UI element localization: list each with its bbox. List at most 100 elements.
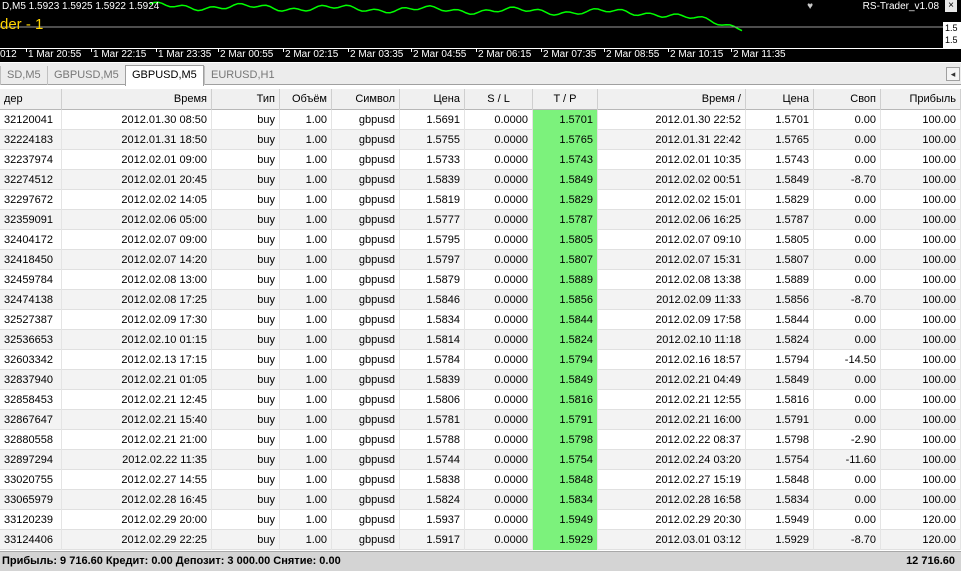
table-row[interactable]: 32527387 2012.02.09 17:30 buy 1.00 gbpusd 1.5…	[0, 310, 961, 330]
total-profit: 12 716.60	[906, 555, 955, 567]
column-header-profit[interactable]: Прибыль	[881, 89, 961, 110]
table-row[interactable]: 32404172 2012.02.07 09:00 buy 1.00 gbpusd 1.5…	[0, 230, 961, 250]
table-row[interactable]: 32224183 2012.01.31 18:50 buy 1.00 gbpusd 1.5…	[0, 130, 961, 150]
cell-profit: 100.00	[881, 270, 961, 290]
close-icon[interactable]: ×	[945, 0, 957, 12]
cell-take-profit: 1.5791	[533, 410, 598, 430]
chart-symbol-header: D,M5 1.5923 1.5925 1.5922 1.5924	[2, 1, 160, 12]
cell-symbol: gbpusd	[332, 530, 400, 550]
column-header-close-time[interactable]: Время /	[598, 89, 746, 110]
column-header-type[interactable]: Тип	[212, 89, 280, 110]
cell-close-price: 1.5849	[746, 370, 814, 390]
heart-icon: ♥	[807, 1, 813, 12]
table-row[interactable]: 33120239 2012.02.29 20:00 buy 1.00 gbpusd 1.5…	[0, 510, 961, 530]
table-row[interactable]: 32297672 2012.02.02 14:05 buy 1.00 gbpusd 1.5…	[0, 190, 961, 210]
tab-gbpusd-m5[interactable]: GBPUSD,M5	[125, 65, 204, 86]
cell-order: 32536653	[0, 330, 62, 350]
cell-close-price: 1.5929	[746, 530, 814, 550]
cell-stop-loss: 0.0000	[465, 210, 533, 230]
cell-take-profit: 1.5844	[533, 310, 598, 330]
cell-profit: 100.00	[881, 350, 961, 370]
cell-stop-loss: 0.0000	[465, 490, 533, 510]
indicator-name: RS-Trader_v1.08	[862, 1, 939, 12]
cell-swap: 0.00	[814, 130, 881, 150]
column-header-open-time[interactable]: Время	[62, 89, 212, 110]
price-chart[interactable]: D,M5 1.5923 1.5925 1.5922 1.5924 der - 1…	[0, 0, 961, 48]
cell-close-time: 2012.02.08 13:38	[598, 270, 746, 290]
column-header-open-price[interactable]: Цена	[400, 89, 465, 110]
cell-take-profit: 1.5929	[533, 530, 598, 550]
account-summary: Прибыль: 9 716.60 Кредит: 0.00 Депозит: …	[2, 555, 341, 567]
time-axis: 012 1 Mar 20:55 1 Mar 22:15 1 Mar 23:35 2 Ma…	[0, 48, 961, 62]
cell-close-price: 1.5834	[746, 490, 814, 510]
cell-volume: 1.00	[280, 190, 332, 210]
cell-open-price: 1.5819	[400, 190, 465, 210]
column-header-take-profit[interactable]: T / P	[533, 89, 598, 110]
column-header-symbol[interactable]: Символ	[332, 89, 400, 110]
table-row[interactable]: 32858453 2012.02.21 12:45 buy 1.00 gbpusd 1.5…	[0, 390, 961, 410]
chart-tabs: ◂ SD,M5 GBPUSD,M5 GBPUSD,M5 EURUSD,H1	[0, 63, 961, 86]
table-row[interactable]: 32603342 2012.02.13 17:15 buy 1.00 gbpusd 1.5…	[0, 350, 961, 370]
price-scale: 1.5 1.5	[943, 22, 961, 48]
cell-stop-loss: 0.0000	[465, 170, 533, 190]
table-row[interactable]: 33065979 2012.02.28 16:45 buy 1.00 gbpusd 1.5…	[0, 490, 961, 510]
column-header-stop-loss[interactable]: S / L	[465, 89, 533, 110]
cell-open-time: 2012.02.29 20:00	[62, 510, 212, 530]
table-row[interactable]: 32536653 2012.02.10 01:15 buy 1.00 gbpusd 1.5…	[0, 330, 961, 350]
cell-stop-loss: 0.0000	[465, 150, 533, 170]
cell-symbol: gbpusd	[332, 110, 400, 130]
table-row[interactable]: 32274512 2012.02.01 20:45 buy 1.00 gbpusd 1.5…	[0, 170, 961, 190]
table-row[interactable]: 33020755 2012.02.27 14:55 buy 1.00 gbpusd 1.5…	[0, 470, 961, 490]
tab-gbpusd-m5[interactable]: GBPUSD,M5	[47, 66, 125, 85]
table-row[interactable]: 33124406 2012.02.29 22:25 buy 1.00 gbpusd 1.5…	[0, 530, 961, 550]
column-header-order[interactable]: дер	[0, 89, 62, 110]
cell-volume: 1.00	[280, 250, 332, 270]
column-header-close-price[interactable]: Цена	[746, 89, 814, 110]
cell-stop-loss: 0.0000	[465, 450, 533, 470]
cell-symbol: gbpusd	[332, 130, 400, 150]
table-row[interactable]: 32474138 2012.02.08 17:25 buy 1.00 gbpusd 1.5…	[0, 290, 961, 310]
tab-eurusd-h1[interactable]: EURUSD,H1	[204, 66, 286, 85]
cell-symbol: gbpusd	[332, 470, 400, 490]
cell-stop-loss: 0.0000	[465, 230, 533, 250]
cell-open-price: 1.5797	[400, 250, 465, 270]
cell-symbol: gbpusd	[332, 410, 400, 430]
table-row[interactable]: 32120041 2012.01.30 08:50 buy 1.00 gbpusd 1.5…	[0, 110, 961, 130]
table-row[interactable]: 32837940 2012.02.21 01:05 buy 1.00 gbpusd 1.5…	[0, 370, 961, 390]
cell-open-time: 2012.02.21 15:40	[62, 410, 212, 430]
tab-scroll-left-icon[interactable]: ◂	[946, 67, 960, 81]
table-row[interactable]: 32418450 2012.02.07 14:20 buy 1.00 gbpusd 1.5…	[0, 250, 961, 270]
cell-take-profit: 1.5816	[533, 390, 598, 410]
table-row[interactable]: 32897294 2012.02.22 11:35 buy 1.00 gbpusd 1.5…	[0, 450, 961, 470]
cell-profit: 100.00	[881, 330, 961, 350]
cell-order: 32867647	[0, 410, 62, 430]
cell-open-time: 2012.02.07 14:20	[62, 250, 212, 270]
column-header-volume[interactable]: Объём	[280, 89, 332, 110]
cell-open-time: 2012.02.29 22:25	[62, 530, 212, 550]
table-row[interactable]: 32880558 2012.02.21 21:00 buy 1.00 gbpusd 1.5…	[0, 430, 961, 450]
time-axis-label: 2 Mar 04:55	[410, 48, 467, 60]
cell-type: buy	[212, 510, 280, 530]
table-row[interactable]: 32867647 2012.02.21 15:40 buy 1.00 gbpusd 1.5…	[0, 410, 961, 430]
cell-open-price: 1.5917	[400, 530, 465, 550]
tab-sd-m5[interactable]: SD,M5	[0, 66, 45, 85]
table-row[interactable]: 32359091 2012.02.06 05:00 buy 1.00 gbpusd 1.5…	[0, 210, 961, 230]
cell-symbol: gbpusd	[332, 490, 400, 510]
cell-close-price: 1.5949	[746, 510, 814, 530]
cell-volume: 1.00	[280, 370, 332, 390]
table-row[interactable]: 32237974 2012.02.01 09:00 buy 1.00 gbpusd 1.5…	[0, 150, 961, 170]
time-axis-label: 2 Mar 00:55	[217, 48, 274, 60]
column-header-swap[interactable]: Своп	[814, 89, 881, 110]
cell-stop-loss: 0.0000	[465, 410, 533, 430]
cell-type: buy	[212, 490, 280, 510]
cell-volume: 1.00	[280, 530, 332, 550]
cell-symbol: gbpusd	[332, 350, 400, 370]
cell-volume: 1.00	[280, 170, 332, 190]
cell-order: 33124406	[0, 530, 62, 550]
time-axis-label: 012	[0, 49, 17, 60]
cell-take-profit: 1.5765	[533, 130, 598, 150]
cell-open-time: 2012.02.21 01:05	[62, 370, 212, 390]
cell-close-price: 1.5787	[746, 210, 814, 230]
cell-close-time: 2012.02.24 03:20	[598, 450, 746, 470]
table-row[interactable]: 32459784 2012.02.08 13:00 buy 1.00 gbpusd 1.5…	[0, 270, 961, 290]
